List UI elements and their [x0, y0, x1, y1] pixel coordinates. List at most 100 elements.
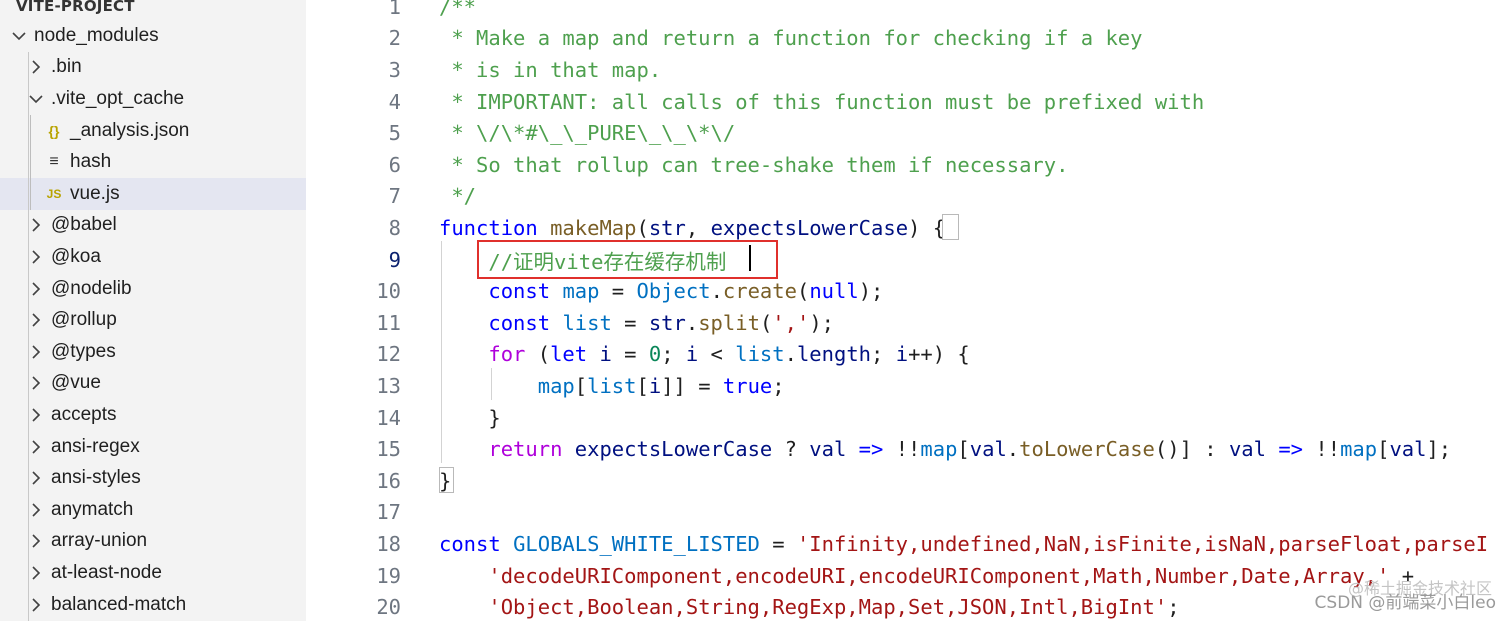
- code-text: * is in that map.: [439, 58, 661, 82]
- line-number: 16: [376, 468, 401, 493]
- text-cursor: [749, 245, 751, 271]
- code-line[interactable]: 18 const GLOBALS_WHITE_LISTED = 'Infinity…: [306, 528, 1512, 560]
- code-token: */: [439, 184, 477, 209]
- tree-item-label: @vue: [51, 372, 101, 394]
- line-number: 18: [376, 531, 401, 556]
- chevron-right-icon[interactable]: [27, 596, 45, 614]
- tree-item[interactable]: anymatch: [0, 494, 306, 526]
- tree-item[interactable]: @nodelib: [0, 273, 306, 305]
- line-number: 11: [376, 310, 401, 335]
- code-token: const: [439, 531, 501, 556]
- chevron-right-icon[interactable]: [27, 280, 45, 298]
- code-line[interactable]: 13 map[list[i]] = true;: [306, 370, 1512, 402]
- line-number: 13: [376, 373, 401, 398]
- tree-item[interactable]: balanced-match: [0, 589, 306, 621]
- code-line[interactable]: 19 'decodeURIComponent,encodeURI,encodeU…: [306, 560, 1512, 592]
- tree-item[interactable]: .vite_opt_cache: [0, 83, 306, 115]
- tree-item[interactable]: @vue: [0, 368, 306, 400]
- tree-item[interactable]: @rollup: [0, 304, 306, 336]
- code-token: 0: [648, 342, 662, 367]
- chevron-right-icon[interactable]: [27, 406, 45, 424]
- code-text: */: [439, 184, 476, 208]
- chevron-right-icon[interactable]: [27, 564, 45, 582]
- tree-item[interactable]: node_modules: [0, 20, 306, 52]
- code-line[interactable]: 14 }: [306, 402, 1512, 434]
- chevron-right-icon[interactable]: [27, 532, 45, 550]
- chevron-right-icon[interactable]: [27, 311, 45, 329]
- code-line[interactable]: 5 * \/\*#\_\_PURE\_\_\*\/: [306, 117, 1512, 149]
- tree-item[interactable]: @types: [0, 336, 306, 368]
- code-editor[interactable]: 1 /** 2 * Make a map and return a function…: [306, 0, 1512, 621]
- code-token: for: [488, 342, 526, 367]
- tree-item-label: vue.js: [70, 182, 120, 204]
- code-token: split: [698, 310, 760, 335]
- chevron-down-icon[interactable]: [27, 90, 45, 108]
- code-text: function makeMap(str, expectsLowerCase) …: [439, 216, 945, 240]
- line-number: 7: [388, 184, 401, 209]
- chevron-right-icon[interactable]: [27, 216, 45, 234]
- code-token: [: [957, 437, 970, 462]
- tree-item[interactable]: at-least-node: [0, 557, 306, 589]
- code-line[interactable]: 16}: [306, 465, 1512, 497]
- tree-item-label: @types: [51, 340, 116, 362]
- tree-item[interactable]: JS vue.js: [0, 178, 306, 210]
- tree-item-label: @babel: [51, 214, 117, 236]
- code-line[interactable]: 10 const map = Object.create(null);: [306, 275, 1512, 307]
- tree-item-label: node_modules: [34, 24, 159, 46]
- chevron-down-icon[interactable]: [10, 27, 28, 45]
- code-line[interactable]: 6 * So that rollup can tree-shake them i…: [306, 149, 1512, 181]
- code-line[interactable]: 12 for (let i = 0; i < list.length; i++)…: [306, 339, 1512, 371]
- code-token: val: [969, 437, 1007, 462]
- chevron-right-icon[interactable]: [27, 438, 45, 456]
- tree-item[interactable]: {} _analysis.json: [0, 115, 306, 147]
- tree-item[interactable]: ansi-styles: [0, 462, 306, 494]
- code-token: [: [1377, 437, 1390, 462]
- code-line[interactable]: 3 * is in that map.: [306, 54, 1512, 86]
- code-token: list: [587, 373, 637, 398]
- code-line[interactable]: 17: [306, 497, 1512, 529]
- tree-item[interactable]: @babel: [0, 210, 306, 242]
- tree-item-label: accepts: [51, 403, 117, 425]
- code-line[interactable]: 15 return expectsLowerCase ? val => !!ma…: [306, 433, 1512, 465]
- line-number: 20: [376, 595, 401, 620]
- line-number: 2: [388, 26, 401, 51]
- watermark-csdn: CSDN @前端菜小白leo: [1314, 593, 1496, 613]
- chevron-right-icon[interactable]: [27, 501, 45, 519]
- code-token: .: [710, 279, 723, 304]
- tree-item-label: balanced-match: [51, 593, 187, 615]
- code-token: ) {: [908, 215, 946, 240]
- code-line[interactable]: 4 * IMPORTANT: all calls of this functio…: [306, 86, 1512, 118]
- project-title[interactable]: VITE-PROJECT: [16, 0, 135, 17]
- tree-item[interactable]: array-union: [0, 526, 306, 558]
- code-line[interactable]: 11 const list = str.split(',');: [306, 307, 1512, 339]
- chevron-right-icon[interactable]: [27, 58, 45, 76]
- tree-item[interactable]: ansi-regex: [0, 431, 306, 463]
- tree-item[interactable]: accepts: [0, 399, 306, 431]
- code-token: GLOBALS_WHITE_LISTED: [513, 531, 760, 556]
- tree-item-label: anymatch: [51, 498, 134, 520]
- code-text: * Make a map and return a function for c…: [439, 26, 1142, 50]
- tree-item[interactable]: ≡ hash: [0, 146, 306, 178]
- code-token: .: [1006, 437, 1020, 462]
- bracket-match-open: [942, 214, 959, 240]
- code-token: .: [784, 342, 797, 367]
- tree-item[interactable]: .bin: [0, 52, 306, 84]
- chevron-right-icon[interactable]: [27, 343, 45, 361]
- code-line[interactable]: 2 * Make a map and return a function for…: [306, 23, 1512, 55]
- tree-item[interactable]: @koa: [0, 241, 306, 273]
- code-line[interactable]: 1 /**: [306, 0, 1512, 23]
- code-token: * is in that map.: [439, 57, 662, 82]
- code-token: const: [488, 310, 551, 335]
- chevron-right-icon[interactable]: [27, 469, 45, 487]
- code-token: let: [550, 342, 588, 367]
- chevron-right-icon[interactable]: [27, 374, 45, 392]
- code-token: (: [525, 342, 551, 367]
- code-line[interactable]: 7 */: [306, 181, 1512, 213]
- code-token: null: [809, 279, 859, 304]
- code-text: const map = Object.create(null);: [439, 279, 883, 303]
- chevron-right-icon[interactable]: [27, 248, 45, 266]
